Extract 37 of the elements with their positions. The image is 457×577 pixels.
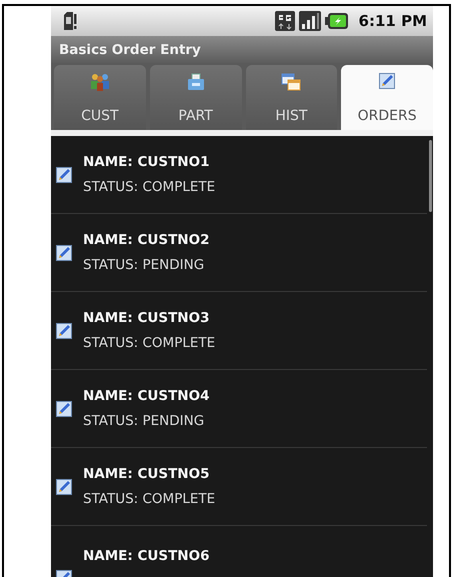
- order-row[interactable]: NAME: CUSTNO2 STATUS: PENDING: [51, 214, 427, 292]
- order-status: STATUS: COMPLETE: [83, 179, 216, 195]
- tab[interactable]: PART: [150, 65, 242, 130]
- order-row[interactable]: NAME: CUSTNO1 STATUS: COMPLETE: [51, 136, 427, 214]
- order-name: NAME: CUSTNO6: [83, 548, 210, 564]
- edit-icon: [56, 478, 72, 494]
- order-name: NAME: CUSTNO2: [83, 232, 210, 248]
- clock-time: 6:11 PM: [358, 12, 427, 30]
- app-title: Basics Order Entry: [59, 42, 201, 58]
- order-status: STATUS: PENDING: [83, 257, 206, 273]
- order-name: NAME: CUSTNO5: [83, 466, 210, 482]
- edit-icon: [56, 400, 72, 416]
- tab[interactable]: ORDERS: [341, 65, 433, 130]
- edit-icon: [379, 73, 396, 89]
- people-icon: [90, 73, 110, 91]
- order-name: NAME: CUSTNO1: [83, 154, 210, 170]
- order-status: STATUS: COMPLETE: [83, 491, 216, 507]
- scrollbar: [429, 140, 432, 212]
- order-row[interactable]: NAME: CUSTNO3 STATUS: COMPLETE: [51, 292, 427, 370]
- order-name: NAME: CUSTNO3: [83, 310, 210, 326]
- windows-icon: [281, 73, 302, 91]
- order-row[interactable]: NAME: CUSTNO5 STATUS: COMPLETE: [51, 448, 427, 526]
- order-status: STATUS: COMPLETE: [83, 335, 216, 351]
- signal-icon: [298, 11, 321, 31]
- order-row[interactable]: NAME: CUSTNO6: [51, 526, 427, 577]
- tab[interactable]: HIST: [246, 65, 338, 130]
- edit-icon: [56, 322, 72, 338]
- edit-icon: [56, 244, 72, 260]
- drawer-icon: [186, 73, 205, 91]
- order-row[interactable]: NAME: CUSTNO4 STATUS: PENDING: [51, 370, 427, 448]
- tab[interactable]: CUST: [54, 65, 146, 130]
- battery-icon: [324, 12, 349, 30]
- order-status: STATUS: PENDING: [83, 413, 206, 429]
- sim-card-icon: [63, 12, 77, 30]
- order-name: NAME: CUSTNO4: [83, 388, 210, 404]
- network-type-icon: [274, 11, 295, 31]
- edit-icon: [56, 166, 72, 182]
